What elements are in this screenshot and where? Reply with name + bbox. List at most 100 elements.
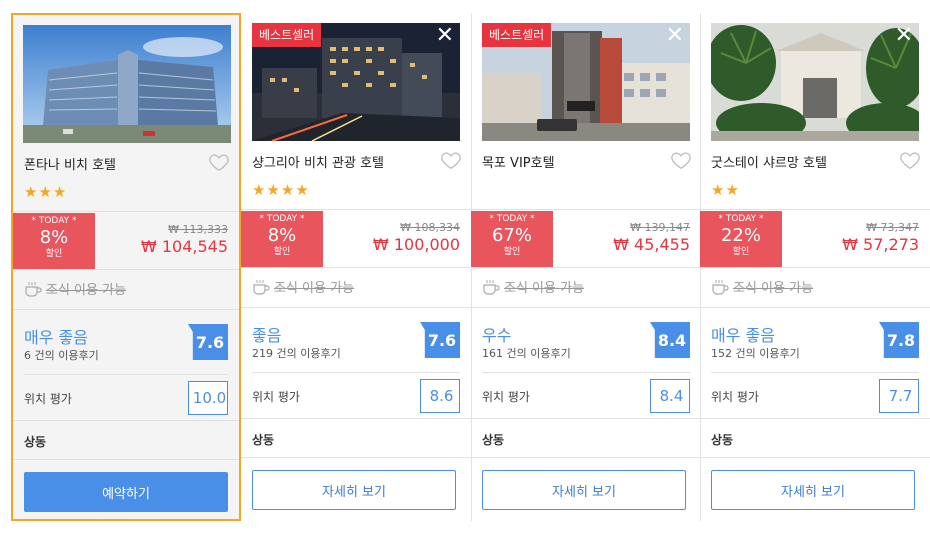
heart-icon[interactable] — [670, 149, 692, 171]
book-button[interactable]: 예약하기 — [24, 472, 228, 512]
breakfast-info: 조식 이용 가능 — [482, 277, 584, 296]
divider — [482, 372, 690, 373]
original-price: ₩ 113,333 — [168, 223, 228, 236]
close-icon[interactable]: ✕ — [895, 25, 913, 47]
divider — [700, 267, 930, 268]
location-label: 위치 평가 — [24, 392, 72, 406]
divider — [241, 209, 471, 210]
discount-label: 할인 — [273, 247, 291, 257]
location-label: 위치 평가 — [711, 390, 759, 404]
divider — [471, 267, 701, 268]
divider — [24, 374, 228, 375]
divider — [471, 209, 701, 210]
hotel-name[interactable]: 굿스테이 샤르망 호텔 — [711, 152, 827, 171]
review-count[interactable]: 161 건의 이용후기 — [482, 345, 571, 361]
original-price: ₩ 139,147 — [630, 221, 690, 234]
rating-text: 좋음 — [252, 326, 282, 345]
breakfast-info: 조식 이용 가능 — [252, 277, 354, 296]
divider — [13, 211, 239, 212]
divider — [241, 418, 471, 419]
today-deal-badge: * TODAY * 22% 할인 — [700, 211, 782, 267]
location-score: 10.0 — [188, 381, 228, 415]
sale-price: ₩ 45,455 — [613, 235, 690, 254]
review-count[interactable]: 6 건의 이용후기 — [24, 347, 99, 363]
divider — [700, 457, 930, 458]
discount-percent: 8% — [39, 227, 69, 248]
star-rating: ★★ — [711, 181, 740, 199]
hotel-card[interactable]: 베스트셀러 ✕ 목포 VIP호텔 * TODAY * 67% 할인 ₩ 139,… — [471, 13, 701, 521]
divider — [241, 267, 471, 268]
location-score: 8.6 — [420, 379, 460, 413]
area-name: 상동 — [24, 435, 47, 449]
area-name: 상동 — [482, 433, 505, 447]
hotel-name[interactable]: 목포 VIP호텔 — [482, 152, 555, 171]
original-price: ₩ 108,334 — [400, 221, 460, 234]
close-icon[interactable]: ✕ — [436, 25, 454, 47]
bestseller-badge: 베스트셀러 — [482, 23, 552, 47]
discount-label: 할인 — [503, 247, 521, 257]
breakfast-info: 조식 이용 가능 — [24, 279, 126, 298]
rating-score: 7.6 — [420, 322, 460, 358]
divider — [711, 372, 919, 373]
hotel-name[interactable]: 폰타나 비치 호텔 — [24, 154, 116, 173]
heart-icon[interactable] — [899, 149, 921, 171]
coffee-cup-icon — [253, 279, 270, 295]
details-button[interactable]: 자세히 보기 — [711, 470, 915, 510]
coffee-cup-icon — [712, 279, 729, 295]
review-count[interactable]: 152 건의 이용후기 — [711, 345, 800, 361]
heart-icon[interactable] — [208, 151, 230, 173]
deal-tag: * TODAY * — [718, 214, 764, 224]
divider — [471, 457, 701, 458]
rating-text: 매우 좋음 — [711, 326, 775, 345]
divider — [13, 420, 239, 421]
divider — [241, 457, 471, 458]
deal-tag: * TODAY * — [489, 214, 535, 224]
hotel-card[interactable]: 폰타나 비치 호텔 ★★★ * TODAY * 8% 할인 ₩ 113,333 … — [11, 13, 241, 521]
divider — [471, 307, 701, 308]
hotel-photo[interactable]: 베스트셀러 ✕ — [482, 23, 690, 141]
hotel-photo[interactable] — [23, 25, 231, 143]
area-name: 상동 — [252, 433, 275, 447]
today-deal-badge: * TODAY * 67% 할인 — [471, 211, 553, 267]
hotel-card[interactable]: ✕ 굿스테이 샤르망 호텔 ★★ * TODAY * 22% 할인 ₩ 73,3… — [700, 13, 930, 521]
location-label: 위치 평가 — [482, 390, 530, 404]
hotel-photo[interactable]: ✕ — [711, 23, 919, 141]
divider — [700, 209, 930, 210]
rating-score: 7.6 — [188, 324, 228, 360]
divider — [241, 307, 471, 308]
details-button[interactable]: 자세히 보기 — [482, 470, 686, 510]
close-icon[interactable]: ✕ — [666, 25, 684, 47]
breakfast-label: 조식 이용 가능 — [274, 281, 355, 296]
details-button[interactable]: 자세히 보기 — [252, 470, 456, 510]
divider — [471, 418, 701, 419]
divider — [13, 269, 239, 270]
review-count[interactable]: 219 건의 이용후기 — [252, 345, 341, 361]
breakfast-label: 조식 이용 가능 — [46, 283, 127, 298]
discount-percent: 67% — [491, 225, 532, 246]
divider — [13, 459, 239, 460]
divider — [700, 418, 930, 419]
coffee-cup-icon — [483, 279, 500, 295]
hotel-name[interactable]: 샹그리아 비치 관광 호텔 — [252, 152, 384, 171]
location-score: 8.4 — [650, 379, 690, 413]
breakfast-label: 조식 이용 가능 — [504, 281, 585, 296]
discount-label: 할인 — [45, 249, 63, 259]
rating-text: 매우 좋음 — [24, 328, 88, 347]
star-rating: ★★★ — [24, 183, 68, 201]
hotel-photo[interactable]: 베스트셀러 ✕ — [252, 23, 460, 141]
sale-price: ₩ 100,000 — [372, 235, 460, 254]
area-name: 상동 — [711, 433, 734, 447]
hotel-card[interactable]: 베스트셀러 ✕ 샹그리아 비치 관광 호텔 ★★★★ * TODAY * 8% … — [241, 13, 471, 521]
deal-tag: * TODAY * — [259, 214, 305, 224]
bestseller-badge: 베스트셀러 — [252, 23, 322, 47]
discount-percent: 8% — [267, 225, 297, 246]
location-label: 위치 평가 — [252, 390, 300, 404]
divider — [13, 309, 239, 310]
discount-label: 할인 — [732, 247, 750, 257]
heart-icon[interactable] — [440, 149, 462, 171]
rating-text: 우수 — [482, 326, 512, 345]
today-deal-badge: * TODAY * 8% 할인 — [13, 213, 95, 269]
divider — [252, 372, 460, 373]
divider — [700, 307, 930, 308]
coffee-cup-icon — [25, 281, 42, 297]
